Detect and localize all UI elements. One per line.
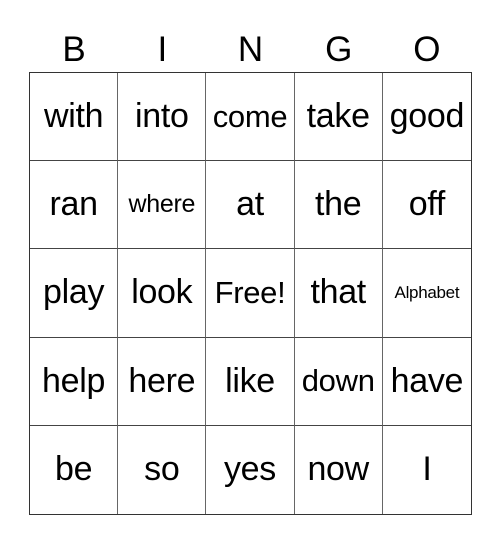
header-letter-o: O	[413, 30, 441, 69]
bingo-cell[interactable]: I	[383, 426, 471, 514]
bingo-cell[interactable]: at	[206, 161, 295, 250]
bingo-cell[interactable]: help	[30, 337, 119, 426]
bingo-cell[interactable]: have	[382, 338, 471, 426]
bingo-cell[interactable]: down	[294, 337, 383, 426]
bingo-cell[interactable]: where	[118, 161, 207, 250]
bingo-cell[interactable]: be	[30, 425, 119, 514]
header-letter-g: G	[325, 30, 353, 69]
bingo-cell[interactable]: look	[118, 249, 207, 338]
bingo-cell[interactable]: so	[118, 425, 207, 514]
bingo-cell[interactable]: like	[206, 337, 295, 426]
free-space-cell[interactable]: Free!	[206, 249, 295, 338]
bingo-cell[interactable]: ran	[30, 161, 119, 250]
header-letter-b: B	[62, 30, 86, 69]
bingo-cell[interactable]: the	[294, 161, 383, 250]
bingo-cell[interactable]: that	[294, 249, 383, 338]
bingo-cell[interactable]: off	[382, 161, 471, 250]
bingo-cell[interactable]: into	[118, 73, 207, 162]
header-letter-i: I	[157, 30, 168, 69]
bingo-cell[interactable]: with	[30, 73, 119, 162]
bingo-header: B I N G O	[30, 28, 471, 72]
bingo-cell[interactable]: come	[206, 73, 295, 162]
header-letter-n: N	[237, 30, 264, 69]
bingo-cell[interactable]: here	[118, 337, 207, 426]
bingo-cell[interactable]: now	[295, 425, 383, 514]
bingo-cell[interactable]: good	[382, 73, 471, 162]
bingo-cell[interactable]: Alphabet	[382, 249, 471, 338]
bingo-cell[interactable]: yes	[206, 425, 295, 514]
bingo-grid: with into come take good ran where at th…	[29, 72, 472, 515]
bingo-cell[interactable]: take	[294, 73, 383, 162]
bingo-cell[interactable]: play	[30, 249, 119, 338]
